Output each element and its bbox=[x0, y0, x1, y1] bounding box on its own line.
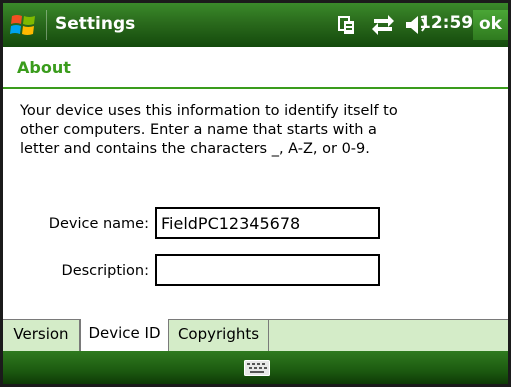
ok-button[interactable]: ok bbox=[473, 10, 508, 40]
page-title: About bbox=[17, 58, 71, 77]
section-header: About bbox=[3, 47, 508, 89]
app-title: Settings bbox=[55, 14, 136, 34]
connectivity-icon[interactable] bbox=[336, 13, 358, 37]
keyboard-icon[interactable] bbox=[244, 360, 270, 376]
tab-device-id[interactable]: Device ID bbox=[80, 319, 169, 351]
tab-copyrights[interactable]: Copyrights bbox=[169, 320, 269, 351]
title-separator bbox=[46, 10, 47, 40]
device-name-label: Device name: bbox=[48, 216, 149, 232]
title-bar: Settings 12:59 ok bbox=[3, 3, 508, 47]
description-text: Your device uses this information to ide… bbox=[20, 103, 398, 157]
device-name-input[interactable] bbox=[155, 207, 380, 239]
section-divider bbox=[3, 87, 508, 89]
tab-bar: Version Device ID Copyrights bbox=[3, 319, 508, 351]
tab-version[interactable]: Version bbox=[3, 320, 80, 351]
description-input[interactable] bbox=[155, 254, 380, 286]
clock[interactable]: 12:59 bbox=[419, 13, 473, 33]
menu-bar bbox=[3, 351, 508, 384]
description-label: Description: bbox=[61, 263, 149, 279]
windows-start-icon[interactable] bbox=[9, 12, 39, 39]
window-frame: Settings 12:59 ok About Your device uses… bbox=[0, 0, 511, 387]
sync-arrows-icon[interactable] bbox=[370, 13, 396, 37]
